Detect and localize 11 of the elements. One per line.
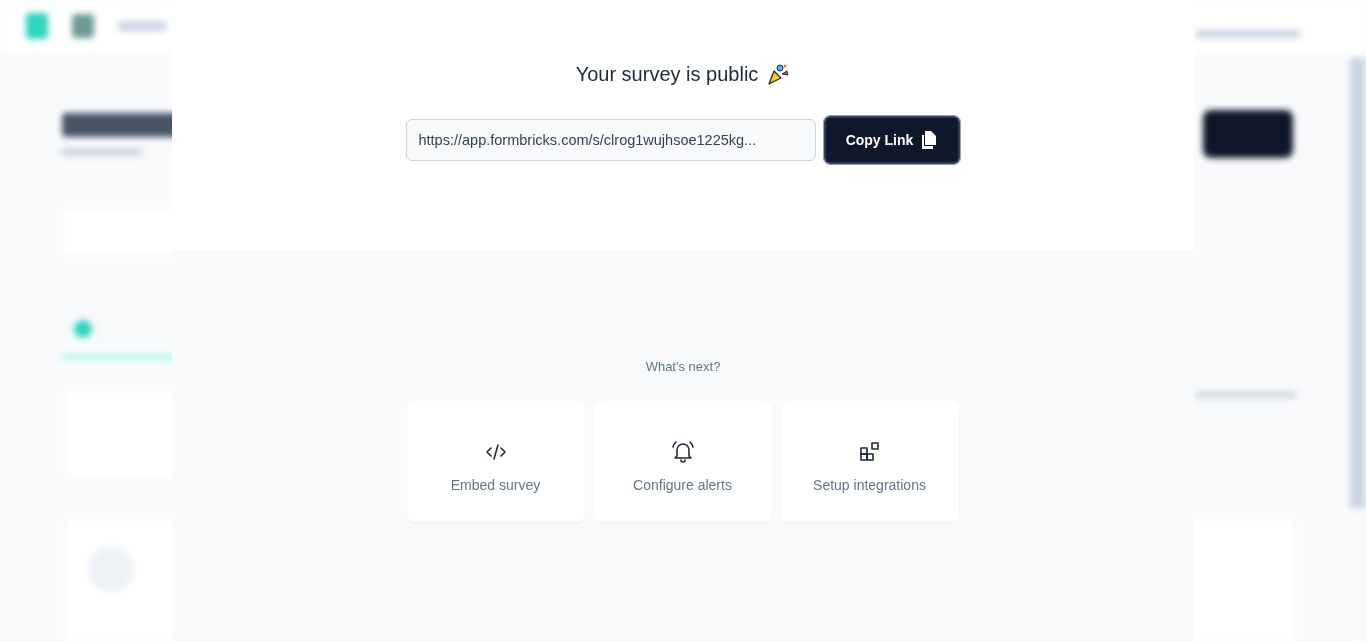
survey-link-field[interactable]: https://app.formbricks.com/s/clrog1wujhsoe1225kg... [405,119,816,161]
whats-next-label: What's next? [645,359,721,375]
action-card[interactable]: Setup integrations [780,401,959,522]
action-card[interactable]: Configure alerts [593,401,772,522]
blocks-icon [857,439,882,464]
party-popper-icon [766,62,791,86]
copy-icon [921,131,938,149]
bell-icon [669,438,696,465]
action-card[interactable]: Embed survey [406,401,585,522]
dialog-title: Your survey is public [575,62,759,86]
copy-link-button[interactable]: Copy Link [823,116,960,164]
